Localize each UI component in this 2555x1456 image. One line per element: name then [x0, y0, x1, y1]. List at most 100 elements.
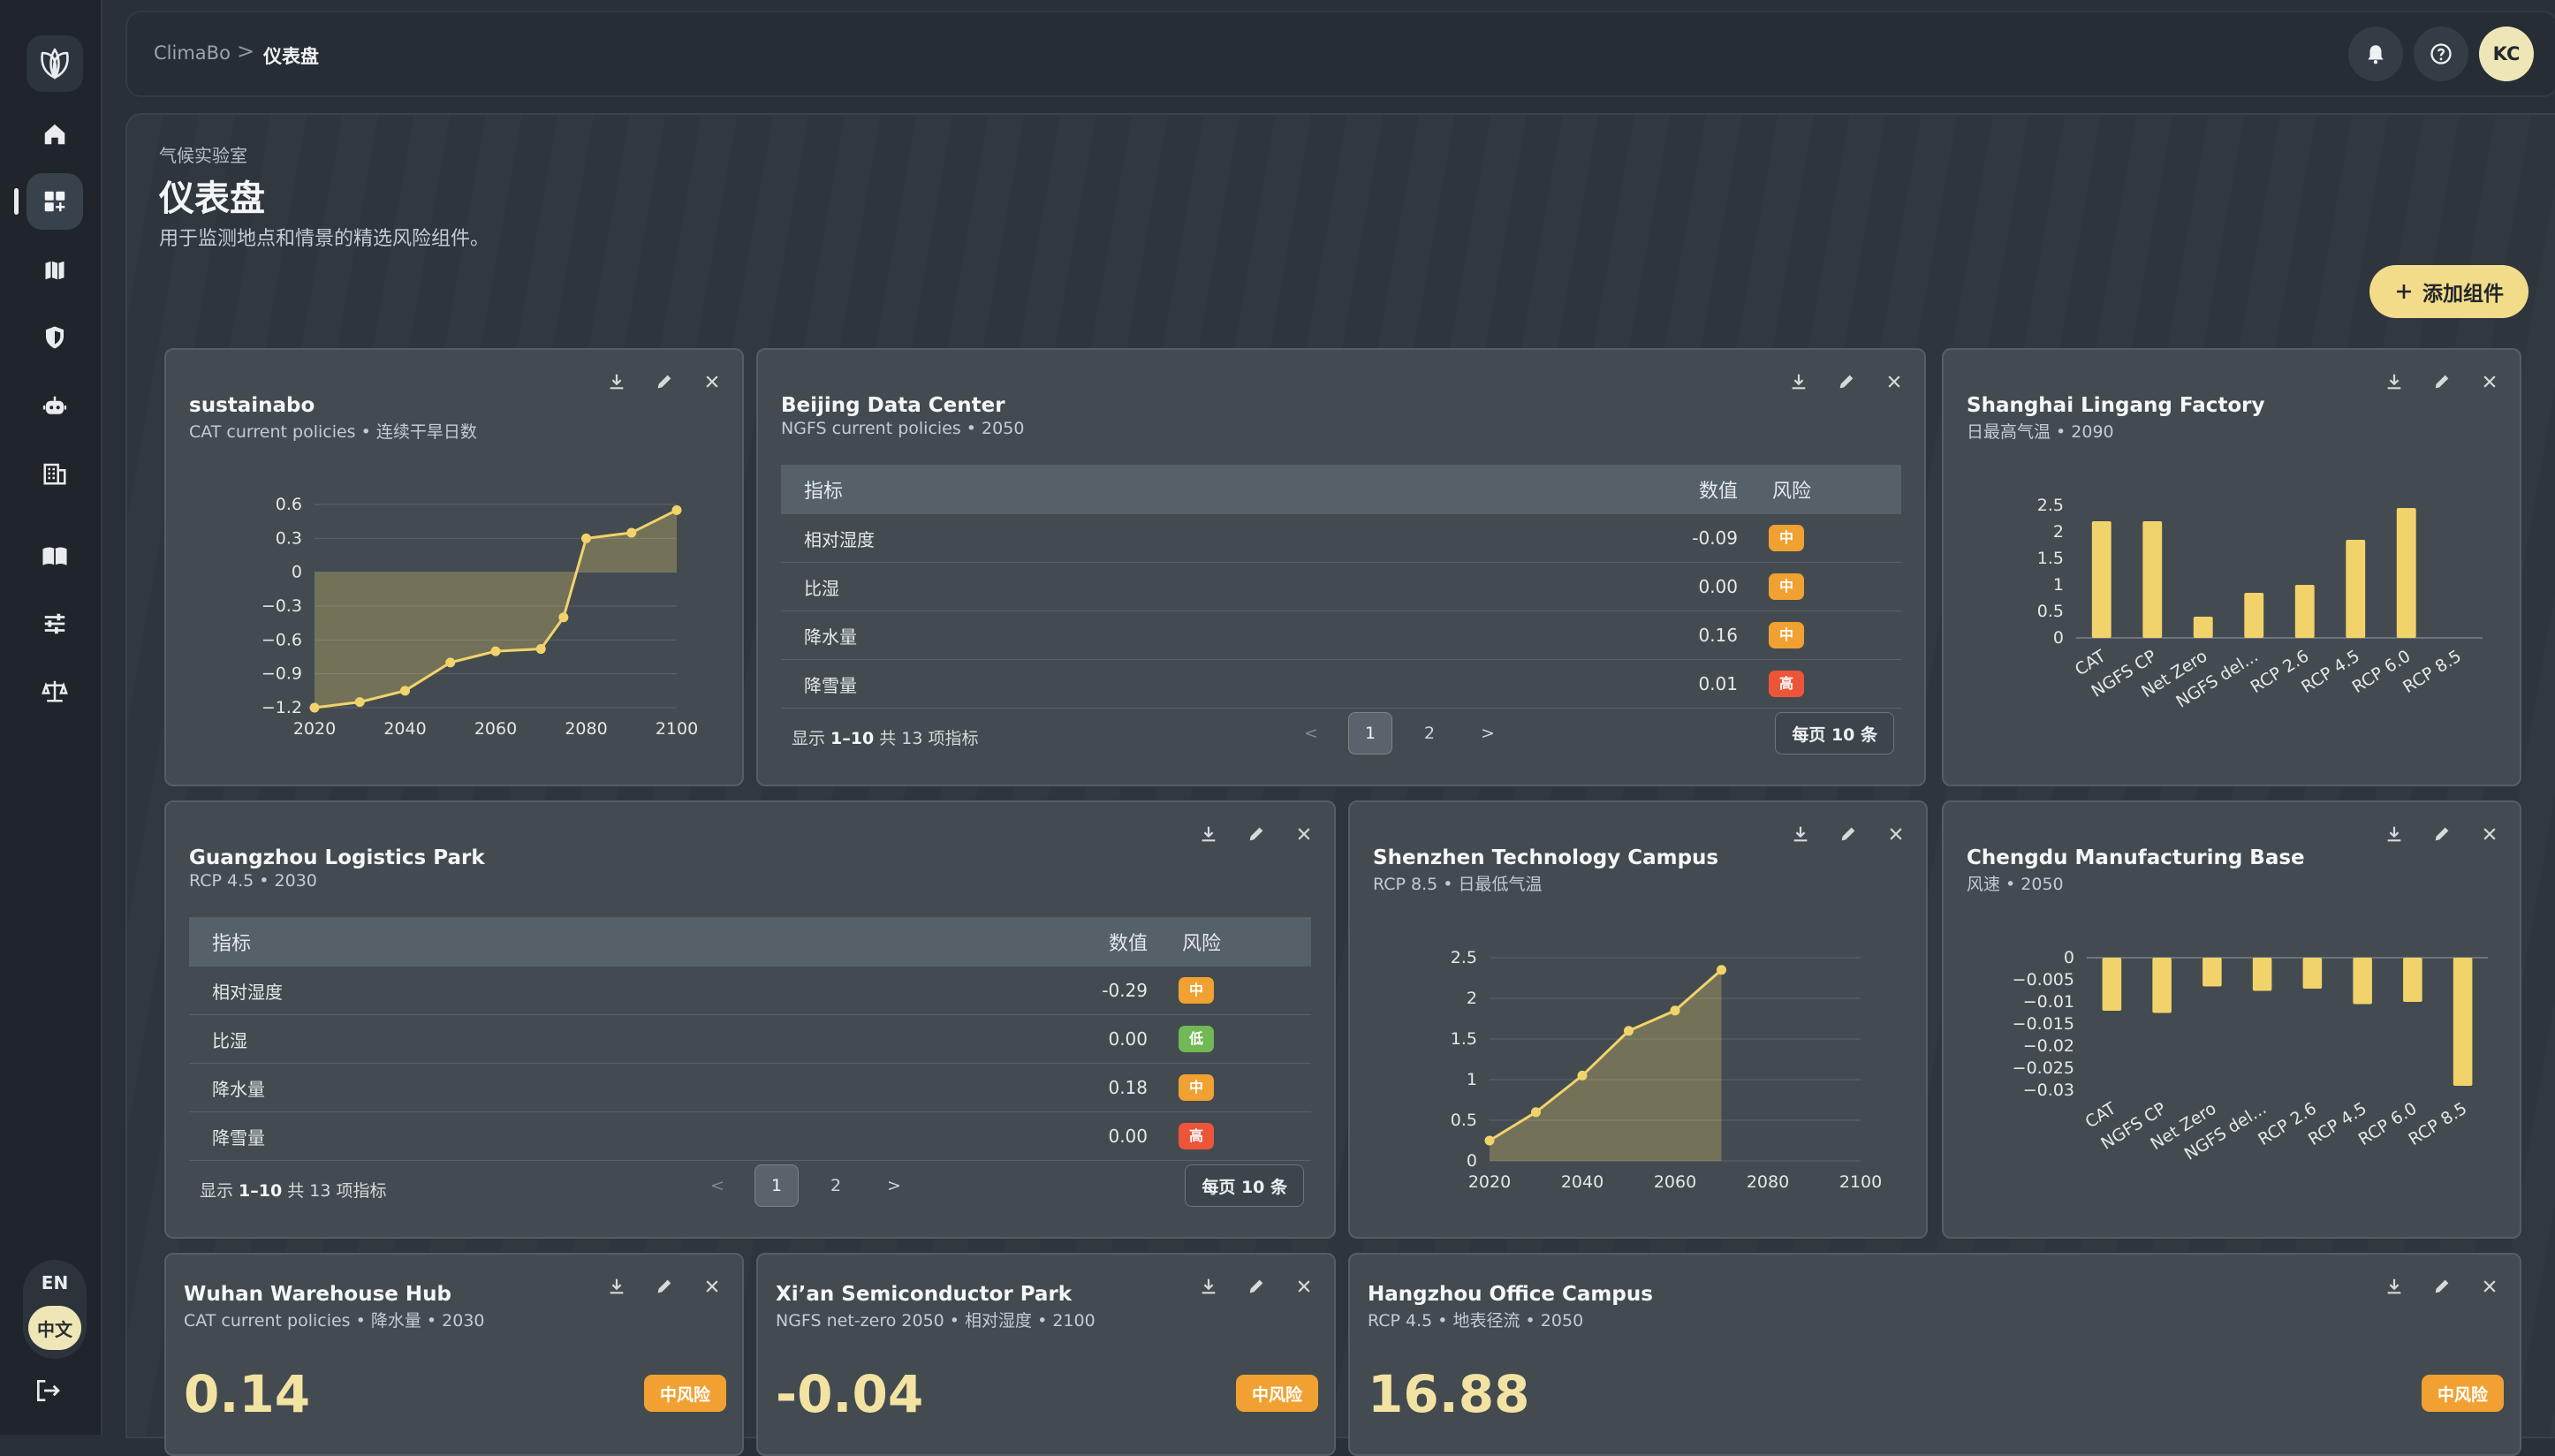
metric-value: -0.09 [1692, 527, 1738, 549]
page-button[interactable]: 2 [815, 1165, 857, 1206]
nav-compliance[interactable] [27, 663, 83, 719]
data-point [400, 686, 410, 695]
edit-button[interactable] [1834, 369, 1859, 394]
widget-title: Beijing Data Center [781, 394, 1005, 417]
data-point [355, 697, 365, 707]
col-risk[interactable]: 风险 [1182, 928, 1221, 956]
x-tick-label: RCP 8.5 [2400, 647, 2465, 697]
edit-button[interactable] [652, 1274, 677, 1299]
data-point [1485, 1136, 1495, 1146]
lang-zh-option[interactable]: 中文 [28, 1306, 81, 1350]
download-button[interactable] [604, 1274, 629, 1299]
pagination: < 1 2 > [696, 1164, 915, 1207]
risk-badge: 中 [1769, 622, 1804, 648]
nav-home[interactable] [27, 106, 83, 163]
download-button[interactable] [1196, 822, 1221, 846]
pagination: < 1 2 > [1290, 712, 1509, 755]
widget-toolbar [1786, 369, 1907, 394]
breadcrumb-current: 仪表盘 [263, 42, 319, 69]
summary-range: 1–10 [830, 729, 874, 748]
nav-map[interactable] [27, 242, 83, 299]
nav-assistant[interactable] [27, 378, 83, 435]
col-value[interactable]: 数值 [1109, 928, 1148, 956]
leaf-logo-icon[interactable] [27, 35, 83, 92]
home-icon [42, 121, 68, 148]
bar [2295, 585, 2315, 638]
bar-chart-shanghai: 2.521.510.50CATNGFS CPNet ZeroNGFS del..… [1944, 350, 2523, 788]
scale-icon [41, 678, 69, 704]
prev-page-button[interactable]: < [696, 1165, 739, 1206]
breadcrumb-root[interactable]: ClimaBo [154, 42, 231, 64]
metric-value: 0.01 [1698, 673, 1738, 694]
download-icon [1789, 372, 1808, 391]
y-tick-label: −0.9 [262, 664, 302, 684]
table-row: 相对湿度 -0.29 中 [189, 967, 1311, 1015]
col-risk[interactable]: 风险 [1772, 475, 1811, 504]
notifications-button[interactable] [2348, 27, 2403, 81]
metrics-table: 指标 数值 风险 相对湿度 -0.09 中 比湿 0.00 中 降水量 0.16… [781, 465, 1901, 709]
stat-value: 16.88 [1368, 1364, 1529, 1424]
line-chart-shenzhen: 2.521.510.5020202040206020802100 [1350, 802, 1930, 1240]
per-page-select[interactable]: 每页 10 条 [1185, 1164, 1304, 1207]
data-point [1578, 1071, 1588, 1081]
download-button[interactable] [1786, 369, 1811, 394]
pencil-icon [655, 1277, 674, 1296]
bar [2403, 958, 2422, 1002]
edit-button[interactable] [1244, 822, 1269, 846]
risk-badge: 中 [1769, 573, 1804, 600]
sliders-icon [42, 610, 68, 637]
col-metric[interactable]: 指标 [212, 928, 251, 956]
nav-settings[interactable] [27, 595, 83, 652]
add-widget-button[interactable]: 添加组件 [2369, 265, 2528, 318]
download-button[interactable] [2382, 1274, 2407, 1299]
risk-level-badge: 中风险 [2422, 1375, 2504, 1412]
help-button[interactable] [2414, 27, 2468, 81]
close-icon [703, 1278, 721, 1295]
page-button[interactable]: 2 [1408, 713, 1451, 754]
top-bar: ClimaBo > 仪表盘 KC [125, 11, 2555, 97]
metric-name: 相对湿度 [804, 526, 875, 551]
map-icon [42, 257, 68, 284]
close-button[interactable] [1292, 1274, 1316, 1299]
y-tick-label: 1 [1467, 1070, 1477, 1089]
y-tick-label: 0 [1467, 1151, 1477, 1171]
nav-security[interactable] [27, 309, 83, 366]
close-button[interactable] [2477, 1274, 2502, 1299]
widget-hangzhou: Hangzhou Office Campus RCP 4.5 • 地表径流 • … [1348, 1253, 2521, 1456]
download-button[interactable] [1196, 1274, 1221, 1299]
page-button[interactable]: 1 [1348, 712, 1392, 755]
nav-dashboard[interactable] [27, 173, 83, 230]
close-button[interactable] [1292, 822, 1316, 846]
prev-page-button[interactable]: < [1290, 713, 1332, 754]
widget-wuhan: Wuhan Warehouse Hub CAT current policies… [164, 1253, 744, 1456]
next-page-button[interactable]: > [1467, 713, 1509, 754]
page-title: 仪表盘 [159, 170, 265, 221]
download-icon [1199, 824, 1218, 844]
user-avatar[interactable]: KC [2479, 27, 2534, 81]
table-row: 降水量 0.16 中 [781, 611, 1901, 660]
nav-library[interactable] [27, 528, 83, 585]
bar [2142, 521, 2162, 638]
col-metric[interactable]: 指标 [804, 475, 843, 504]
page-button[interactable]: 1 [754, 1164, 799, 1207]
active-indicator [14, 188, 19, 215]
data-point [536, 644, 546, 654]
edit-button[interactable] [1244, 1274, 1269, 1299]
y-tick-label: 0.5 [2037, 602, 2064, 621]
building-icon [42, 460, 68, 487]
y-tick-label: −0.005 [2013, 970, 2074, 990]
close-button[interactable] [1882, 369, 1907, 394]
nav-buildings[interactable] [27, 445, 83, 502]
per-page-select[interactable]: 每页 10 条 [1775, 712, 1894, 755]
y-tick-label: −0.6 [262, 630, 302, 649]
y-tick-label: 0 [292, 563, 302, 582]
close-button[interactable] [700, 1274, 724, 1299]
logout-button[interactable] [34, 1376, 62, 1408]
summary-suffix: 共 13 项指标 [874, 729, 978, 748]
edit-button[interactable] [2430, 1274, 2454, 1299]
y-tick-label: 1.5 [2037, 549, 2064, 568]
lang-en-option[interactable]: EN [23, 1272, 87, 1293]
widget-guangzhou: Guangzhou Logistics Park RCP 4.5 • 2030 … [164, 800, 1336, 1239]
col-value[interactable]: 数值 [1699, 475, 1738, 504]
next-page-button[interactable]: > [873, 1165, 915, 1206]
